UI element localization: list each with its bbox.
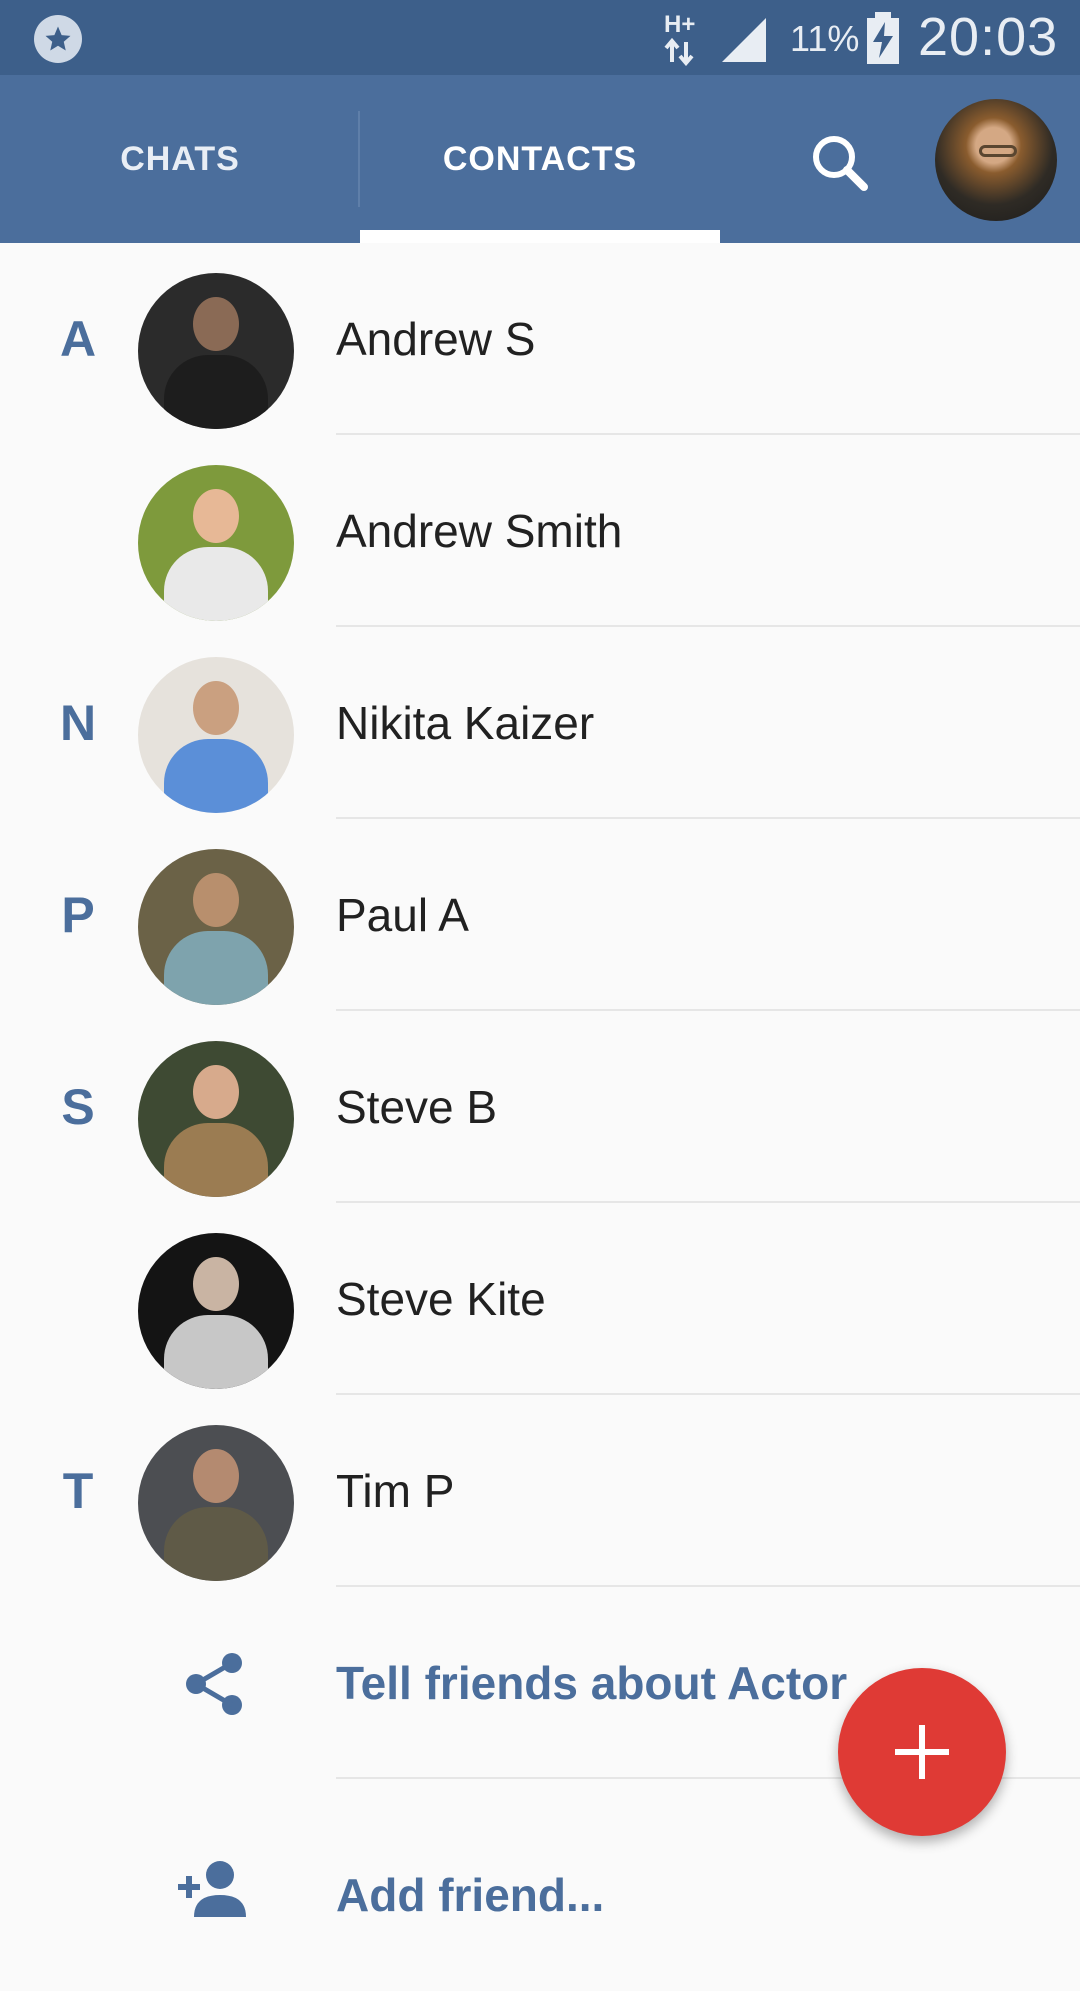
section-letter: N	[59, 695, 97, 751]
tab-selected-indicator	[360, 230, 720, 243]
contact-name: Tim P	[336, 1465, 455, 1517]
avatar	[138, 849, 294, 1005]
add-friend-label: Add friend...	[336, 1869, 605, 1921]
contact-name: Nikita Kaizer	[336, 697, 595, 749]
section-letter	[40, 435, 116, 627]
network-type-icon: H+	[662, 8, 706, 67]
share-label: Tell friends about Actor	[336, 1657, 848, 1709]
add-fab-button[interactable]	[838, 1668, 1006, 1836]
tab-contacts[interactable]: CONTACTS	[360, 75, 720, 243]
contact-name: Steve Kite	[336, 1273, 546, 1325]
search-icon[interactable]	[800, 123, 880, 203]
contact-name: Andrew Smith	[336, 505, 623, 557]
avatar	[138, 465, 294, 621]
contact-row[interactable]: P Paul A	[0, 819, 1080, 1011]
contact-name: Andrew S	[336, 313, 536, 365]
battery-charging-icon	[865, 12, 901, 69]
add-person-icon	[176, 1859, 252, 1924]
svg-text:H+: H+	[664, 11, 695, 38]
section-letter: A	[59, 311, 97, 367]
contact-name: Steve B	[336, 1081, 498, 1133]
section-letter: P	[61, 887, 95, 943]
avatar	[138, 1233, 294, 1389]
contact-name: Paul A	[336, 889, 469, 941]
contact-row[interactable]: N Nikita Kaizer	[0, 627, 1080, 819]
share-icon	[180, 1649, 250, 1724]
section-letter: S	[61, 1079, 95, 1135]
status-bar: H+ 11% 20:03	[0, 0, 1080, 75]
contact-row[interactable]: S Steve B	[0, 1011, 1080, 1203]
signal-icon	[718, 12, 770, 69]
avatar	[138, 1041, 294, 1197]
avatar	[138, 1425, 294, 1581]
section-letter: T	[62, 1463, 94, 1519]
app-bar: CHATS CONTACTS	[0, 75, 1080, 243]
clock: 20:03	[918, 7, 1059, 67]
avatar	[138, 273, 294, 429]
profile-avatar[interactable]	[935, 99, 1057, 221]
contact-row[interactable]: T Tim P	[0, 1395, 1080, 1587]
tab-chats[interactable]: CHATS	[0, 75, 360, 243]
star-notification-icon	[34, 15, 82, 63]
contact-row[interactable]: Steve Kite	[0, 1203, 1080, 1395]
battery-percent: 11%	[790, 18, 860, 59]
avatar	[138, 657, 294, 813]
contact-row[interactable]: Andrew Smith	[0, 435, 1080, 627]
section-letter	[40, 1203, 116, 1395]
contact-row[interactable]: A Andrew S	[0, 243, 1080, 435]
